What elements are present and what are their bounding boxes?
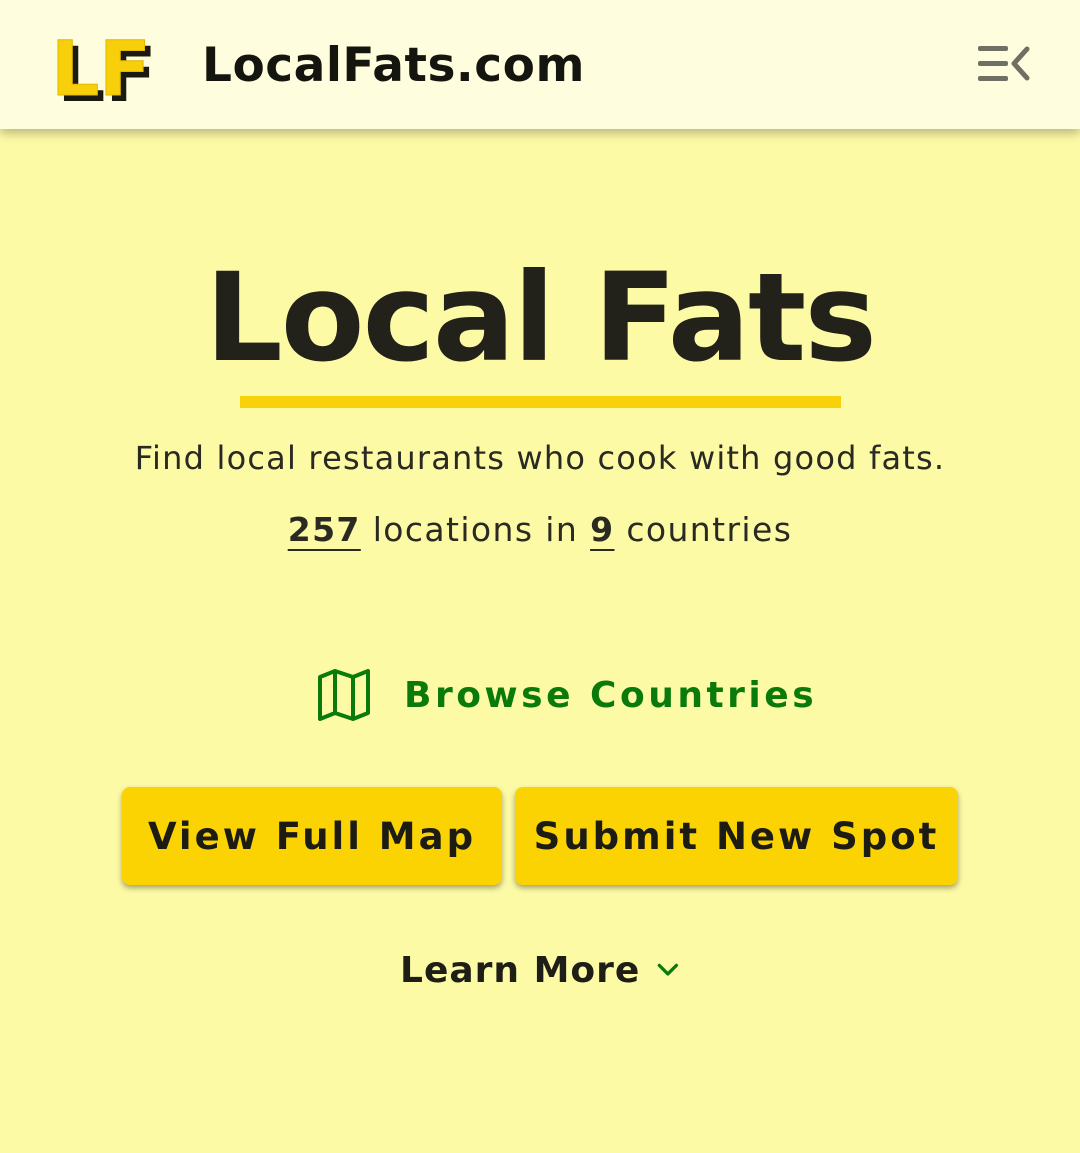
map-icon — [318, 669, 370, 721]
lf-logo-icon: L F L F — [51, 24, 157, 120]
menu-button[interactable] — [972, 40, 1036, 88]
svg-text:F: F — [99, 24, 151, 108]
page-title: Local Fats — [205, 247, 877, 389]
view-full-map-button[interactable]: View Full Map — [122, 787, 502, 885]
browse-countries-link[interactable]: Browse Countries — [316, 664, 814, 726]
locations-label: locations in — [372, 510, 579, 549]
svg-text:L: L — [51, 24, 99, 108]
countries-count[interactable]: 9 — [590, 510, 614, 549]
site-header: L F L F LocalFats.com — [0, 0, 1080, 129]
site-name[interactable]: LocalFats.com — [202, 36, 585, 96]
learn-more-label: Learn More — [400, 949, 641, 991]
menu-collapse-icon — [978, 46, 1030, 81]
stats-line: 257 locations in 9 countries — [0, 507, 1080, 553]
title-underline — [240, 396, 841, 408]
learn-more-link[interactable]: Learn More — [400, 940, 680, 1000]
chevron-down-icon — [657, 963, 679, 976]
locations-count[interactable]: 257 — [288, 510, 361, 549]
site-logo[interactable]: L F L F — [48, 22, 166, 120]
browse-countries-label: Browse Countries — [404, 674, 818, 716]
submit-new-spot-button[interactable]: Submit New Spot — [515, 787, 958, 885]
countries-label: countries — [626, 510, 793, 549]
tagline: Find local restaurants who cook with goo… — [134, 439, 946, 477]
